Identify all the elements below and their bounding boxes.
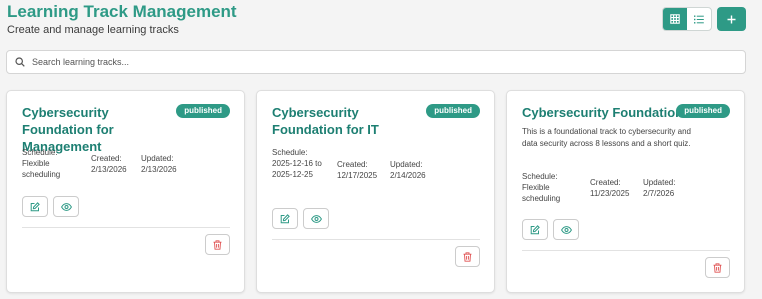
updated-value: 2/13/2026: [141, 165, 177, 174]
card-title[interactable]: Cybersecurity Foundation: [522, 104, 692, 121]
created-label: Created:: [337, 160, 368, 169]
eye-icon: [310, 214, 322, 223]
search-icon: [15, 57, 25, 67]
updated-label: Updated:: [141, 154, 174, 163]
page-header: Learning Track Management Create and man…: [7, 3, 237, 37]
track-card: Cybersecurity Foundation for IT publishe…: [256, 90, 495, 293]
status-badge: published: [676, 104, 730, 118]
status-badge: published: [426, 104, 480, 118]
search-input[interactable]: [32, 57, 712, 67]
created-value: 12/17/2025: [337, 171, 378, 180]
updated-info: Updated: 2/7/2026: [643, 177, 675, 199]
schedule-info: Schedule: Flexible scheduling: [522, 171, 574, 204]
updated-value: 2/7/2026: [643, 189, 675, 198]
grid-icon: [670, 14, 680, 24]
created-label: Created:: [590, 178, 621, 187]
card-divider: [22, 227, 230, 228]
edit-icon: [30, 201, 40, 211]
created-info: Created: 11/23/2025: [590, 177, 629, 199]
created-info: Created: 2/13/2026: [91, 153, 127, 175]
trash-icon: [463, 251, 472, 262]
card-divider: [522, 250, 730, 251]
track-card: Cybersecurity Foundation published This …: [506, 90, 745, 293]
search-bar: [6, 50, 746, 74]
edit-button[interactable]: [272, 208, 298, 229]
created-value: 2/13/2026: [91, 165, 127, 174]
view-button[interactable]: [53, 196, 79, 217]
grid-view-button[interactable]: [663, 8, 687, 30]
view-button[interactable]: [303, 208, 329, 229]
list-icon: [694, 15, 704, 23]
created-info: Created: 12/17/2025: [337, 159, 377, 181]
page-subtitle: Create and manage learning tracks: [7, 24, 179, 36]
view-toggle: [662, 7, 712, 31]
status-badge: published: [176, 104, 230, 118]
add-track-button[interactable]: [717, 7, 746, 31]
updated-label: Updated:: [643, 178, 676, 187]
eye-icon: [60, 202, 72, 211]
edit-icon: [280, 213, 290, 223]
updated-info: Updated: 2/14/2026: [390, 159, 426, 181]
card-divider: [272, 239, 480, 240]
schedule-label: Schedule:: [22, 148, 58, 157]
schedule-value: Flexible scheduling: [522, 183, 561, 203]
card-title[interactable]: Cybersecurity Foundation for IT: [272, 104, 432, 138]
schedule-value: 2025-12-16 to 2025-12-25: [272, 159, 322, 179]
created-label: Created:: [91, 154, 122, 163]
delete-button[interactable]: [205, 234, 230, 255]
page-title: Learning Track Management: [7, 2, 237, 21]
plus-icon: [727, 15, 736, 23]
delete-button[interactable]: [705, 257, 730, 278]
schedule-value: Flexible scheduling: [22, 159, 61, 179]
trash-icon: [213, 239, 222, 250]
delete-button[interactable]: [455, 246, 480, 267]
view-button[interactable]: [553, 219, 579, 240]
schedule-label: Schedule:: [522, 172, 558, 181]
edit-button[interactable]: [522, 219, 548, 240]
eye-icon: [560, 225, 572, 234]
updated-label: Updated:: [390, 160, 423, 169]
edit-button[interactable]: [22, 196, 48, 217]
edit-icon: [530, 224, 540, 234]
updated-info: Updated: 2/13/2026: [141, 153, 177, 175]
updated-value: 2/14/2026: [390, 171, 426, 180]
list-view-button[interactable]: [687, 8, 711, 30]
schedule-info: Schedule: 2025-12-16 to 2025-12-25: [272, 147, 328, 180]
track-card: Cybersecurity Foundation for Management …: [6, 90, 245, 293]
card-description: This is a foundational track to cybersec…: [522, 127, 691, 148]
schedule-info: Schedule: Flexible scheduling: [22, 147, 74, 180]
trash-icon: [713, 262, 722, 273]
created-value: 11/23/2025: [590, 189, 630, 198]
schedule-label: Schedule:: [272, 148, 308, 157]
